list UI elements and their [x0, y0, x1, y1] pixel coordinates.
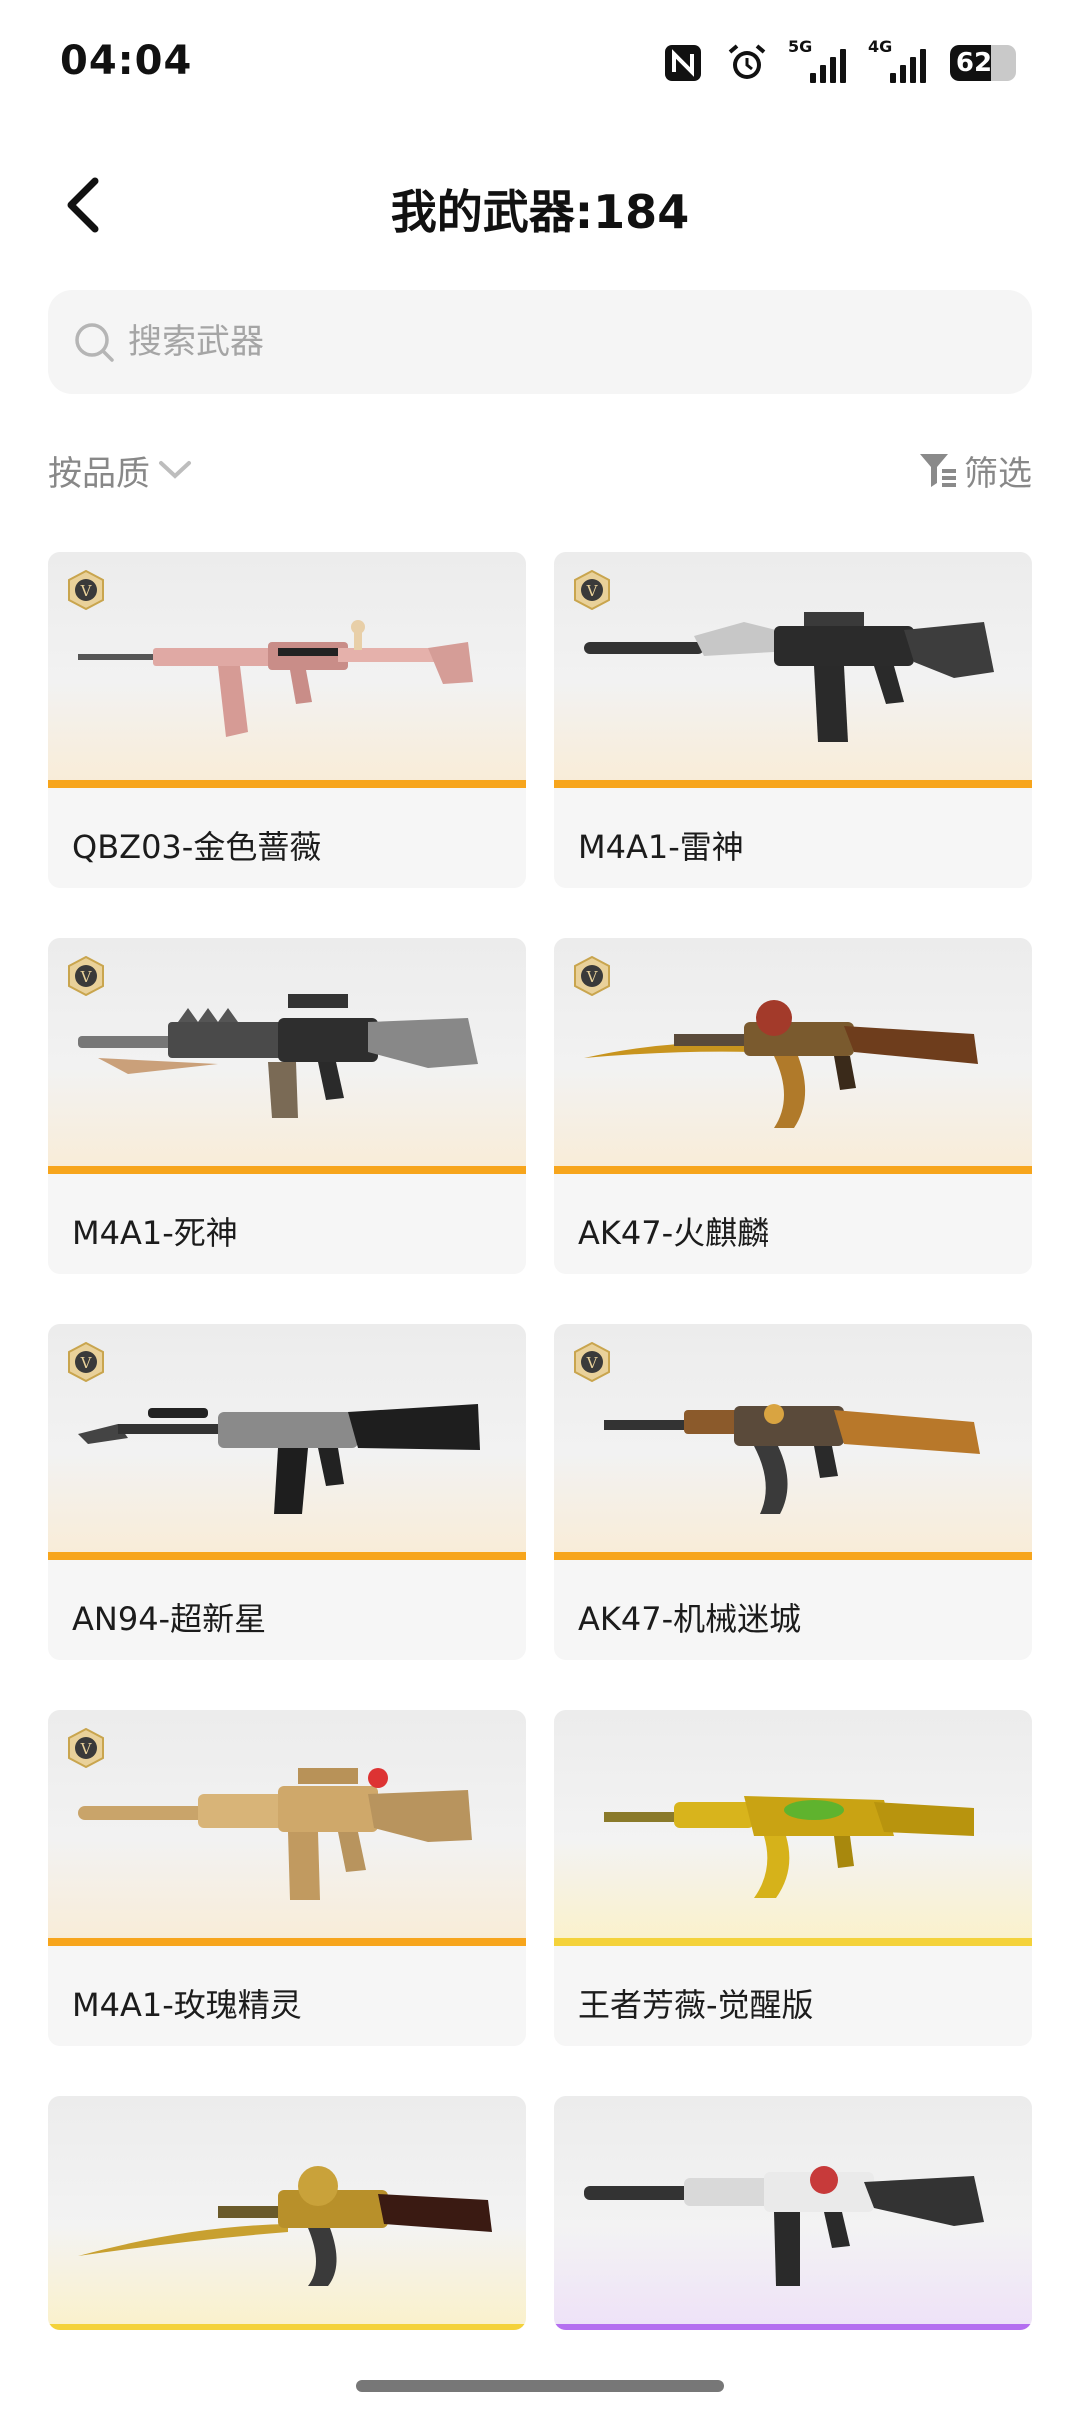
weapon-card[interactable]: V M4A1-死神 [48, 938, 526, 1274]
quality-stripe [48, 1552, 526, 1560]
sort-label: 按品质 [48, 453, 150, 494]
filter-label: 筛选 [964, 453, 1032, 494]
weapon-image [584, 1000, 978, 1128]
quality-stripe [48, 780, 526, 788]
signal-4g-label: 4G [868, 37, 893, 56]
quality-stripe [554, 1938, 1032, 1946]
quality-stripe [554, 1552, 1032, 1560]
weapon-card[interactable]: V QBZ03-金色蔷薇 [48, 552, 526, 888]
weapon-image [584, 612, 994, 742]
status-time: 04:04 [60, 38, 193, 84]
weapon-name: M4A1-玫瑰精灵 [72, 1986, 302, 2024]
quality-stripe [48, 2324, 526, 2330]
weapon-name: AK47-机械迷城 [578, 1600, 802, 1638]
alarm-icon [726, 42, 768, 84]
search-box[interactable] [48, 290, 1032, 394]
weapon-card[interactable]: V AN94-超新星 [48, 1324, 526, 1660]
weapon-image [78, 1768, 472, 1900]
weapon-card[interactable]: 王者芳薇-觉醒版 [554, 1710, 1032, 2046]
status-bar: 04:04 5G 4G 62 [0, 0, 1080, 130]
sort-by-quality-button[interactable]: 按品质 [48, 440, 192, 500]
weapon-grid: V QBZ03-金色蔷薇 V M4A1-雷神 V M4A1-死神 V AK47-… [48, 552, 1032, 2330]
weapon-name: AK47-火麒麟 [578, 1214, 770, 1252]
page-title: 我的武器:184 [390, 185, 690, 239]
weapon-image [604, 1796, 974, 1898]
weapon-image [584, 2166, 984, 2286]
weapon-card[interactable]: V M4A1-玫瑰精灵 [48, 1710, 526, 2046]
quality-stripe [48, 1938, 526, 1946]
weapon-card[interactable] [48, 2096, 526, 2330]
weapon-image [78, 620, 473, 737]
quality-stripe [48, 1166, 526, 1174]
filter-button[interactable]: 筛选 [918, 440, 1032, 500]
chevron-down-icon [159, 461, 191, 479]
quality-stripe [554, 780, 1032, 788]
signal-4g-icon: 4G [868, 37, 928, 83]
weapon-card[interactable]: V M4A1-雷神 [554, 552, 1032, 888]
weapon-card[interactable]: V AK47-火麒麟 [554, 938, 1032, 1274]
header: 我的武器:184 [0, 150, 1080, 260]
battery-icon: 62 [950, 45, 1016, 81]
quality-stripe [554, 1166, 1032, 1174]
weapon-name: AN94-超新星 [72, 1600, 267, 1638]
battery-level: 62 [955, 48, 993, 78]
quality-stripe [554, 2324, 1032, 2330]
weapon-name: M4A1-死神 [72, 1214, 238, 1252]
funnel-icon [920, 454, 956, 487]
weapon-image [78, 2166, 492, 2286]
weapon-card[interactable] [554, 2096, 1032, 2330]
nfc-icon [662, 42, 704, 84]
signal-5g-icon: 5G [788, 37, 848, 83]
sort-filter-row: 按品质 筛选 [48, 440, 1032, 500]
weapon-image [78, 1404, 480, 1514]
search-icon [75, 323, 114, 362]
weapon-name: 王者芳薇-觉醒版 [578, 1986, 814, 2024]
weapon-name: M4A1-雷神 [578, 828, 744, 866]
weapon-card[interactable]: V AK47-机械迷城 [554, 1324, 1032, 1660]
home-indicator[interactable] [356, 2380, 724, 2392]
signal-5g-label: 5G [788, 37, 813, 56]
search-input[interactable] [128, 322, 1032, 362]
weapon-name: QBZ03-金色蔷薇 [72, 828, 322, 866]
weapon-image [604, 1404, 980, 1514]
status-icons: 5G 4G 62 [662, 37, 1016, 86]
weapon-image [78, 994, 478, 1118]
